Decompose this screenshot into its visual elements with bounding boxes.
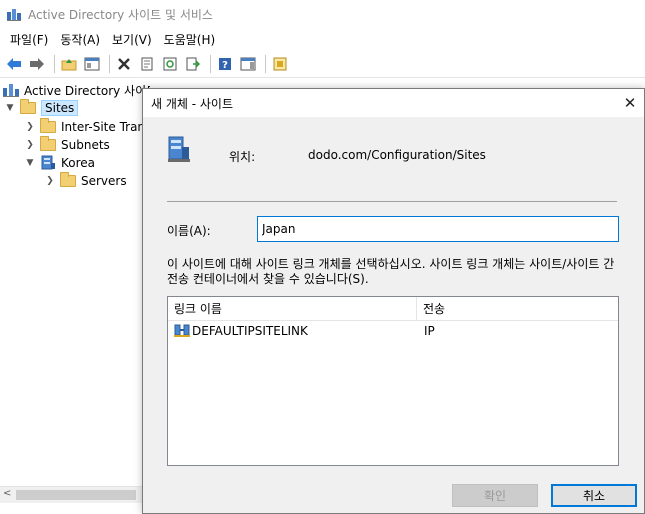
horizontal-scrollbar[interactable]: < <box>0 486 143 503</box>
site-link-list[interactable]: 링크 이름 전송 DEFAULTIPSITELINK IP <box>167 296 619 466</box>
location-value: dodo.com/Configuration/Sites <box>308 148 486 162</box>
show-hide-console-tree-icon[interactable] <box>82 54 102 74</box>
new-object-site-dialog: 새 개체 - 사이트 ✕ 위치: dodo.com/Configuration/… <box>142 88 645 514</box>
show-action-pane-icon[interactable] <box>238 54 258 74</box>
toolbar-separator <box>109 54 110 73</box>
menu-help[interactable]: 도움말(H) <box>158 29 222 50</box>
tree-inter-site-label: Inter-Site Transports <box>61 120 150 134</box>
dialog-titlebar: 새 개체 - 사이트 ✕ <box>143 89 644 117</box>
tree-korea-label: Korea <box>61 156 96 170</box>
folder-icon <box>60 172 76 187</box>
site-name-input[interactable] <box>257 216 619 242</box>
ok-button[interactable]: 확인 <box>452 484 538 507</box>
scrollbar-thumb[interactable] <box>16 490 136 500</box>
close-icon[interactable]: ✕ <box>620 93 640 113</box>
toolbar-separator <box>210 54 211 73</box>
dialog-divider <box>167 201 617 202</box>
window-title: Active Directory 사이트 및 서비스 <box>28 7 213 22</box>
chevron-right-icon[interactable]: ❯ <box>24 122 36 132</box>
site-link-instruction: 이 사이트에 대해 사이트 링크 개체를 선택하십시오. 사이트 링크 개체는 … <box>167 257 615 286</box>
tree-item-subnets[interactable]: ❯ Subnets <box>24 136 110 154</box>
chevron-down-icon[interactable]: ▼ <box>4 103 16 113</box>
menu-action[interactable]: 동작(A) <box>54 29 106 50</box>
export-list-icon[interactable] <box>183 54 203 74</box>
tree-item-korea[interactable]: ▼ Korea <box>24 154 95 172</box>
link-name-cell: DEFAULTIPSITELINK <box>168 324 417 338</box>
refresh-icon[interactable] <box>160 54 180 74</box>
ad-sites-app-icon <box>6 6 22 22</box>
help-icon[interactable]: ? <box>215 54 235 74</box>
menu-file[interactable]: 파일(F) <box>4 29 54 50</box>
new-site-icon[interactable] <box>270 54 290 74</box>
menu-view[interactable]: 보기(V) <box>106 29 158 50</box>
properties-icon[interactable] <box>137 54 157 74</box>
site-link-icon <box>174 324 190 338</box>
table-row[interactable]: DEFAULTIPSITELINK IP <box>168 321 618 341</box>
tree-root-label: Active Directory 사이트 및 서비스 [W2K19-AD.dod… <box>24 83 150 98</box>
forward-arrow-icon[interactable] <box>27 54 47 74</box>
folder-icon <box>20 99 36 114</box>
site-icon <box>40 155 56 171</box>
tree-item-servers[interactable]: ❯ Servers <box>44 172 127 190</box>
column-header-transport[interactable]: 전송 <box>417 300 445 317</box>
console-tree: Active Directory 사이트 및 서비스 [W2K19-AD.dod… <box>0 80 150 485</box>
cancel-button[interactable]: 취소 <box>551 484 637 507</box>
tree-servers-label: Servers <box>81 174 127 188</box>
transport-cell: IP <box>424 324 435 338</box>
chevron-right-icon[interactable]: ❯ <box>44 176 56 186</box>
folder-icon <box>40 118 56 133</box>
list-column-headers: 링크 이름 전송 <box>168 297 618 321</box>
name-label: 이름(A): <box>167 224 211 238</box>
tree-item-root[interactable]: Active Directory 사이트 및 서비스 [W2K19-AD.dod… <box>2 81 150 99</box>
tree-item-inter-site-transports[interactable]: ❯ Inter-Site Transports <box>24 118 150 136</box>
site-object-icon <box>167 135 191 165</box>
link-name-text: DEFAULTIPSITELINK <box>192 324 308 338</box>
up-folder-icon[interactable] <box>59 54 79 74</box>
svg-text:?: ? <box>222 60 228 71</box>
menu-bar: 파일(F) 동작(A) 보기(V) 도움말(H) <box>0 28 645 50</box>
scroll-left-icon[interactable]: < <box>3 488 11 499</box>
tree-sites-label: Sites <box>41 100 79 116</box>
column-header-link-name[interactable]: 링크 이름 <box>168 297 417 320</box>
chevron-down-icon[interactable]: ▼ <box>24 158 36 168</box>
toolbar: ? <box>0 50 645 78</box>
delete-icon[interactable] <box>114 54 134 74</box>
toolbar-separator <box>54 54 55 73</box>
tree-subnets-label: Subnets <box>61 138 110 152</box>
tree-item-sites[interactable]: ▼ Sites <box>4 99 79 117</box>
folder-icon <box>40 136 56 151</box>
ad-sites-root-icon <box>2 82 20 98</box>
window-titlebar: Active Directory 사이트 및 서비스 <box>0 0 645 28</box>
dialog-title: 새 개체 - 사이트 <box>151 96 234 111</box>
back-arrow-icon[interactable] <box>4 54 24 74</box>
toolbar-separator <box>265 54 266 73</box>
chevron-right-icon[interactable]: ❯ <box>24 140 36 150</box>
location-label: 위치: <box>229 150 256 164</box>
